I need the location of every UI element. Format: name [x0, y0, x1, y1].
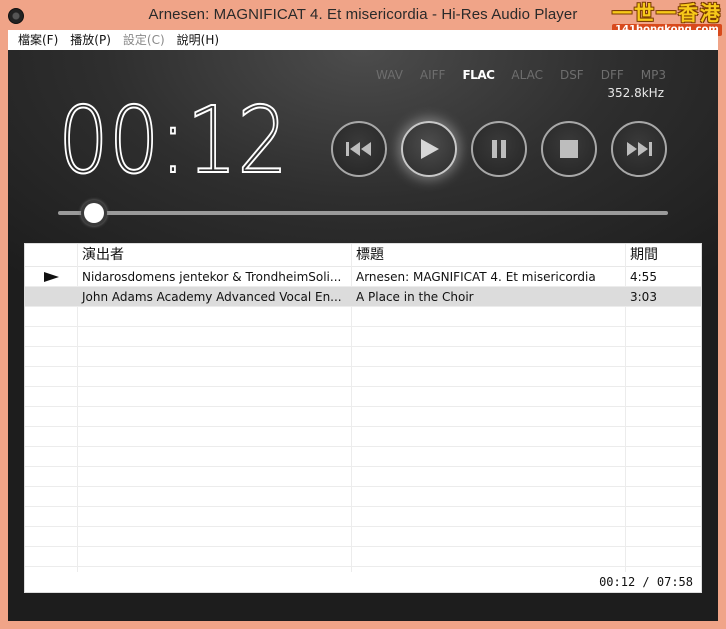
- app-window: Arnesen: MAGNIFICAT 4. Et misericordia -…: [0, 0, 726, 629]
- elapsed-time: 00:12: [56, 86, 296, 186]
- playlist-header: 演出者 標題 期間: [25, 244, 701, 267]
- empty-row: [25, 427, 701, 447]
- now-playing-icon: [44, 272, 59, 282]
- pause-button[interactable]: [471, 121, 527, 177]
- column-title[interactable]: 標題: [351, 244, 384, 267]
- empty-row: [25, 367, 701, 387]
- watermark-text: 一世一香港: [612, 1, 722, 25]
- empty-row: [25, 487, 701, 507]
- empty-row: [25, 547, 701, 567]
- format-dsf: DSF: [559, 68, 584, 82]
- empty-row: [25, 407, 701, 427]
- row-title: Arnesen: MAGNIFICAT 4. Et misericordia: [356, 270, 596, 284]
- format-alac: ALAC: [511, 68, 543, 82]
- elapsed-time-text: 00:12: [58, 87, 288, 186]
- playlist-row[interactable]: Nidarosdomens jentekor & TrondheimSoli..…: [25, 267, 701, 287]
- empty-row: [25, 347, 701, 367]
- row-duration: 3:03: [630, 290, 657, 304]
- row-duration: 4:55: [630, 270, 657, 284]
- format-mp3: MP3: [640, 68, 666, 82]
- empty-row: [25, 327, 701, 347]
- menu-bar: 檔案(F) 播放(P) 設定(C) 說明(H): [8, 30, 718, 50]
- empty-row: [25, 387, 701, 407]
- column-duration[interactable]: 期間: [625, 244, 658, 267]
- row-artist: John Adams Academy Advanced Vocal En...: [82, 290, 342, 304]
- player-panel: WAV AIFF FLAC ALAC DSF DFF MP3 352.8kHz …: [8, 50, 718, 621]
- format-aiff: AIFF: [419, 68, 446, 82]
- column-artist[interactable]: 演出者: [77, 244, 124, 267]
- skip-back-icon: [346, 142, 371, 156]
- seek-bar[interactable]: [58, 203, 668, 223]
- seek-thumb[interactable]: [83, 203, 104, 223]
- transport-controls: [331, 121, 671, 179]
- empty-row: [25, 467, 701, 487]
- format-wav: WAV: [376, 68, 403, 82]
- row-title: A Place in the Choir: [356, 290, 474, 304]
- next-button[interactable]: [611, 121, 667, 177]
- previous-button[interactable]: [331, 121, 387, 177]
- playlist-row[interactable]: John Adams Academy Advanced Vocal En... …: [25, 287, 701, 307]
- menu-settings[interactable]: 設定(C): [117, 30, 171, 50]
- menu-help[interactable]: 說明(H): [171, 30, 225, 50]
- skip-forward-icon: [627, 142, 652, 156]
- pause-icon: [492, 140, 506, 158]
- title-bar: Arnesen: MAGNIFICAT 4. Et misericordia -…: [0, 0, 726, 36]
- menu-file[interactable]: 檔案(F): [12, 30, 64, 50]
- empty-row: [25, 307, 701, 327]
- play-button[interactable]: [401, 121, 457, 177]
- stop-button[interactable]: [541, 121, 597, 177]
- stop-icon: [560, 140, 578, 158]
- sample-rate: 352.8kHz: [607, 86, 664, 100]
- format-dff: DFF: [600, 68, 624, 82]
- total-time: 00:12 / 07:58: [599, 575, 693, 589]
- empty-row: [25, 527, 701, 547]
- menu-play[interactable]: 播放(P): [64, 30, 117, 50]
- empty-row: [25, 447, 701, 467]
- play-icon: [421, 139, 439, 159]
- row-artist: Nidarosdomens jentekor & TrondheimSoli..…: [82, 270, 342, 284]
- format-list: WAV AIFF FLAC ALAC DSF DFF MP3: [359, 68, 666, 82]
- empty-row: [25, 507, 701, 527]
- format-flac: FLAC: [462, 68, 495, 82]
- playlist: 演出者 標題 期間 Nidarosdomens jentekor & Trond…: [24, 243, 702, 593]
